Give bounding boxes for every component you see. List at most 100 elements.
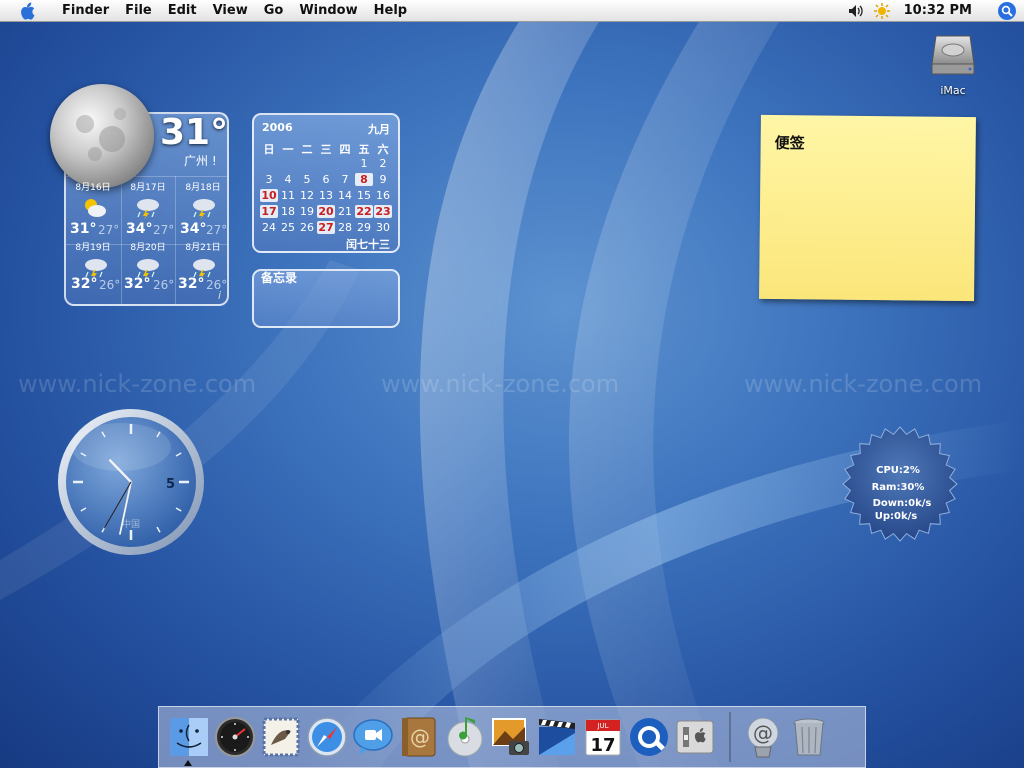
sticky-title: 便签 (774, 134, 805, 153)
calendar-day[interactable]: 4 (279, 173, 297, 186)
down-readout: Down:0k/s (872, 498, 932, 509)
forecast-low: 26° (206, 278, 228, 292)
menu-window[interactable]: Window (291, 3, 365, 18)
calendar-weekday: 三 (320, 143, 332, 156)
calendar-day[interactable]: 27 (317, 221, 335, 234)
sun-icon[interactable] (873, 2, 890, 19)
iphoto-icon[interactable] (489, 715, 533, 759)
volume-icon[interactable] (848, 4, 866, 18)
forecast-low: 27° (153, 223, 175, 237)
calendar-day[interactable]: 13 (317, 189, 335, 202)
dock: @ JUL 17 @ (158, 706, 866, 768)
forecast-date: 8月16日 (75, 183, 111, 193)
calendar-day[interactable]: 10 (260, 189, 278, 202)
calendar-day[interactable]: 6 (317, 173, 335, 186)
imovie-icon[interactable] (535, 715, 579, 759)
spotlight-button[interactable] (998, 1, 1016, 20)
ical-month: JUL (596, 722, 608, 730)
apple-menu[interactable] (0, 2, 54, 20)
menu-file[interactable]: File (117, 3, 160, 18)
calendar-weekday: 五 (358, 143, 370, 156)
thunderstorm-icon (137, 199, 159, 220)
quicktime-icon[interactable] (627, 715, 671, 759)
menu-view[interactable]: View (205, 3, 256, 18)
calendar-day[interactable]: 30 (374, 221, 392, 234)
calendar-day[interactable]: 24 (260, 221, 278, 234)
partly-cloudy-icon (85, 199, 106, 217)
forecast-date: 8月18日 (185, 183, 221, 193)
forecast-low: 27° (206, 223, 228, 237)
calendar-day[interactable]: 26 (298, 221, 316, 234)
calendar-widget[interactable]: 2006 九月 日一二三四五六 1 2 3 4 5 6 7 8 9 10 11 12 13 14 15 16 17… (252, 113, 400, 253)
calendar-day[interactable]: 25 (279, 221, 297, 234)
finder-icon[interactable] (167, 715, 211, 759)
calendar-day[interactable]: 16 (374, 189, 392, 202)
calendar-day[interactable]: 8 (355, 173, 373, 186)
calendar-day[interactable]: 5 (298, 173, 316, 186)
at-sign-icon[interactable]: @ (741, 715, 785, 759)
calendar-day[interactable]: 23 (374, 205, 392, 218)
calendar-day[interactable]: 18 (279, 205, 297, 218)
cpu-readout: CPU:2% (876, 465, 920, 476)
calendar-day[interactable]: 20 (317, 205, 335, 218)
forecast-date: 8月17日 (130, 183, 166, 193)
menu-finder[interactable]: Finder (54, 3, 117, 18)
memo-widget[interactable]: 备忘录 (252, 269, 400, 328)
spotlight-icon (1001, 5, 1013, 17)
forecast-high: 32° (124, 276, 151, 292)
clock-numeral: 5 (166, 477, 175, 492)
address-book-icon[interactable]: @ (397, 715, 441, 759)
calendar-weekday: 日 (263, 143, 275, 156)
svg-text:@: @ (410, 725, 430, 749)
calendar-day[interactable]: 15 (355, 189, 373, 202)
ichat-icon[interactable] (351, 715, 395, 759)
itunes-icon[interactable] (443, 715, 487, 759)
menu-go[interactable]: Go (256, 3, 292, 18)
calendar-day[interactable]: 28 (336, 221, 354, 234)
calendar-day[interactable]: 22 (355, 205, 373, 218)
clock-widget[interactable]: 5 中国 (56, 407, 206, 557)
weather-city: 广州 ! (184, 154, 217, 168)
calendar-day[interactable]: 1 (355, 157, 373, 170)
ical-day: 17 (590, 735, 615, 756)
calendar-day[interactable]: 19 (298, 205, 316, 218)
trash-icon[interactable] (787, 715, 831, 759)
calendar-weekday: 六 (377, 143, 389, 156)
calendar-day[interactable]: 17 (260, 205, 278, 218)
dashboard-icon[interactable] (213, 715, 257, 759)
current-temperature: 31° (160, 112, 229, 153)
calendar-day[interactable]: 7 (336, 173, 354, 186)
forecast-high: 34° (126, 221, 153, 237)
calendar-month: 九月 (368, 123, 390, 136)
forecast-high: 34° (180, 221, 207, 237)
menu-help[interactable]: Help (366, 3, 415, 18)
ical-icon[interactable]: JUL 17 (581, 715, 625, 759)
calendar-day[interactable]: 3 (260, 173, 278, 186)
desktop-drive-imac[interactable]: iMac (928, 32, 978, 97)
dock-separator (729, 712, 731, 762)
memo-title: 备忘录 (261, 271, 298, 285)
menu-edit[interactable]: Edit (160, 3, 205, 18)
calendar-weekday: 四 (339, 143, 351, 156)
calendar-day[interactable]: 29 (355, 221, 373, 234)
calendar-day[interactable]: 2 (374, 157, 392, 170)
calendar-day[interactable]: 12 (298, 189, 316, 202)
safari-icon[interactable] (305, 715, 349, 759)
forecast-date: 8月21日 (185, 243, 221, 253)
up-readout: Up:0k/s (874, 511, 918, 522)
watermark-right: www.nick-zone.com (744, 370, 983, 398)
finder-running-indicator (184, 760, 192, 766)
forecast-high: 31° (70, 221, 97, 237)
calendar-day[interactable]: 11 (279, 189, 297, 202)
calendar-day[interactable]: 14 (336, 189, 354, 202)
calendar-day[interactable]: 9 (374, 173, 392, 186)
mail-icon[interactable] (259, 715, 303, 759)
calendar-weekday: 一 (282, 143, 294, 156)
sticky-note[interactable]: 便签 (759, 114, 976, 302)
menubar-clock[interactable]: 10:32 PM (904, 3, 972, 18)
system-monitor-widget[interactable]: CPU:2% Ram:30% Down:0k/s Up:0k/s (842, 425, 958, 543)
calendar-lunar-date: 闰七十三 (346, 238, 390, 251)
system-preferences-icon[interactable] (673, 715, 717, 759)
calendar-day[interactable]: 21 (336, 205, 354, 218)
thunderstorm-icon (193, 199, 215, 220)
